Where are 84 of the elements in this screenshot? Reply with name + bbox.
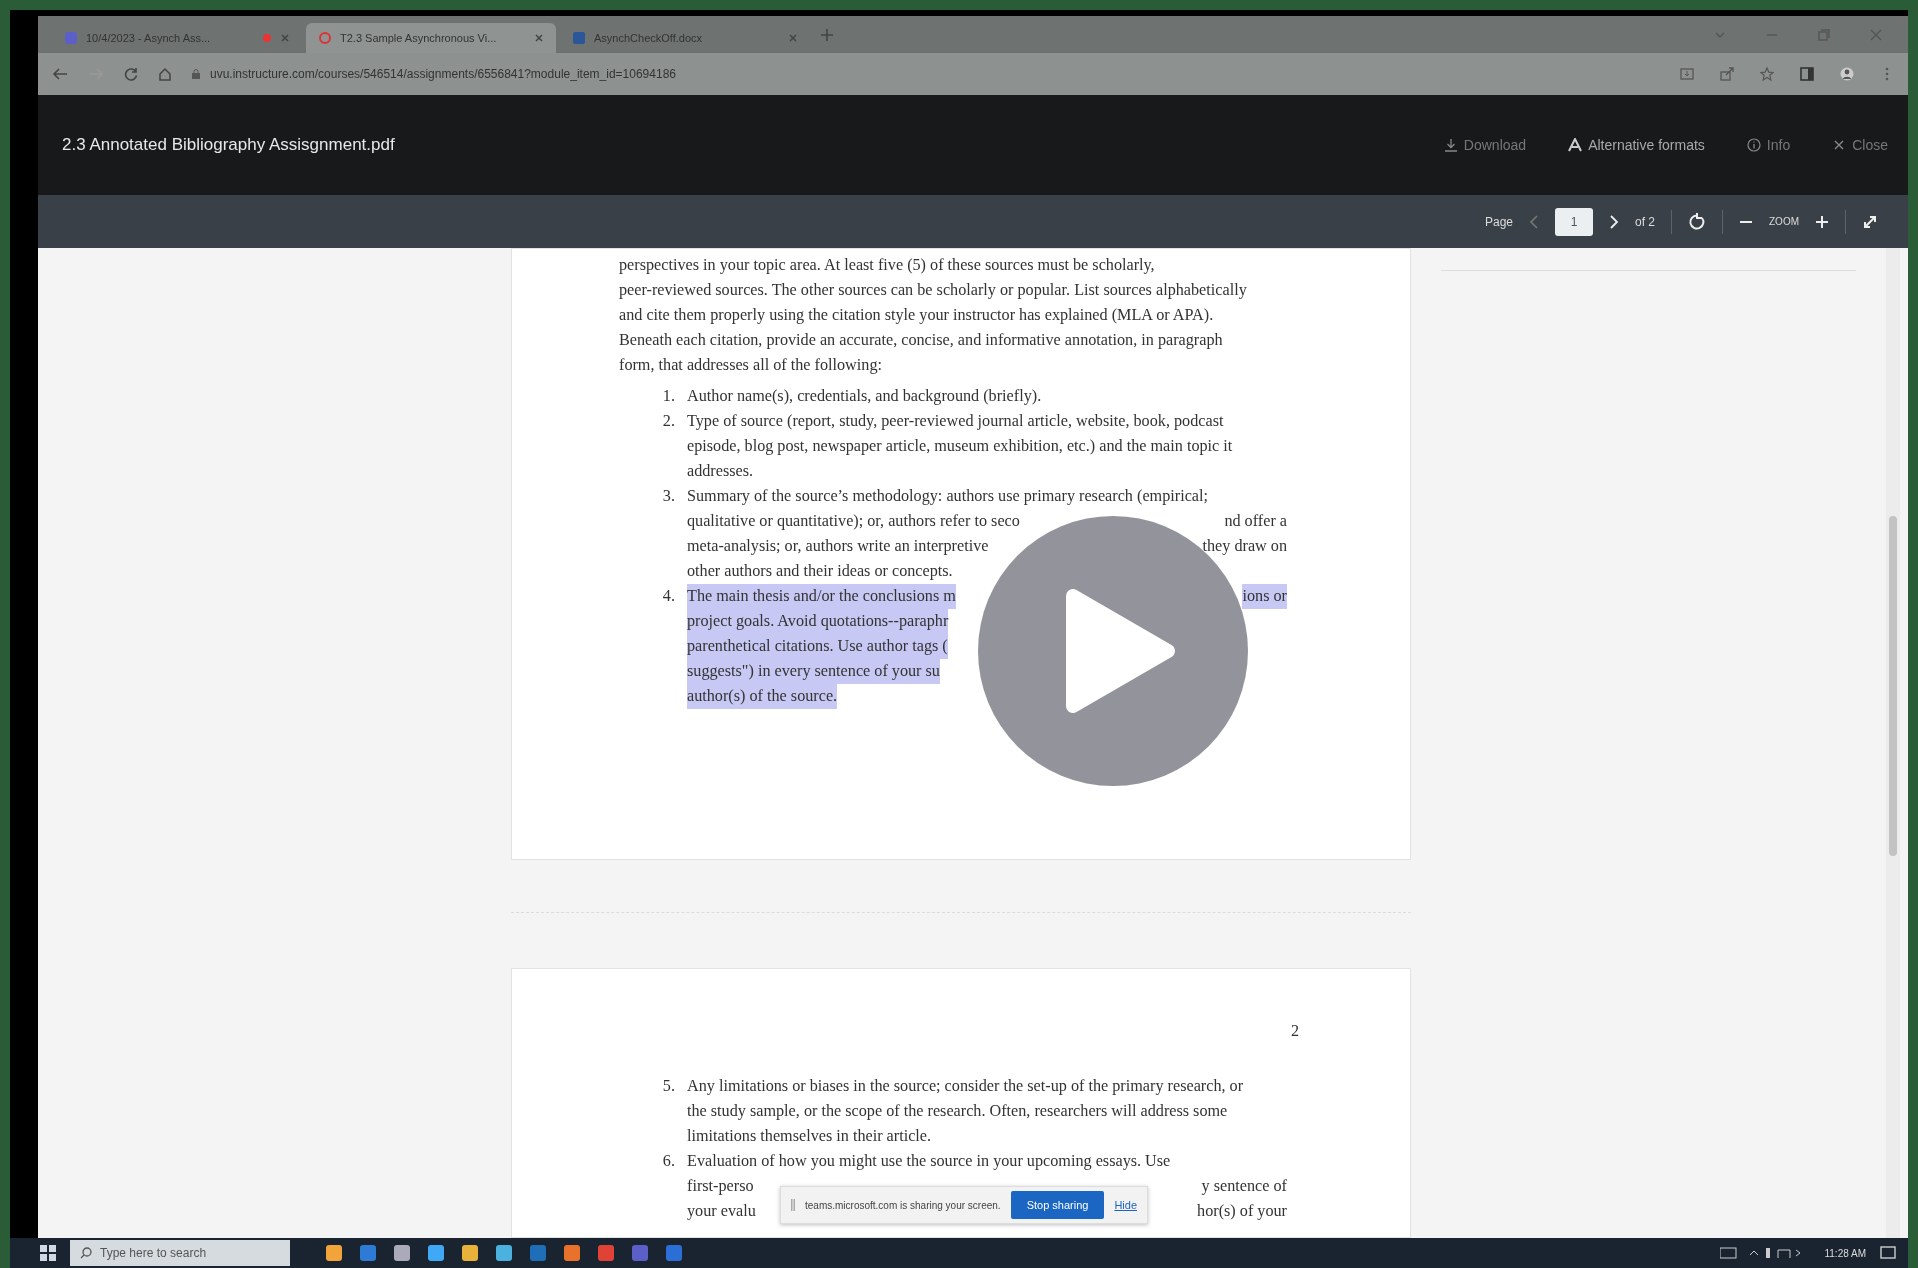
- close-icon[interactable]: [280, 33, 290, 43]
- rotate-icon[interactable]: [1688, 212, 1706, 231]
- tab-favicon-icon: [572, 31, 586, 45]
- scrollbar-thumb[interactable]: [1889, 516, 1897, 856]
- share-icon[interactable]: [1720, 67, 1734, 81]
- taskbar-app-icon[interactable]: [460, 1243, 480, 1263]
- list-number: 2.: [661, 411, 675, 432]
- sidebar-icon[interactable]: [1800, 67, 1814, 81]
- tab-favicon-icon: [318, 31, 332, 45]
- address-field[interactable]: uvu.instructure.com/courses/546514/assignments/6556841?module_item_id=10694186: [192, 67, 676, 81]
- back-icon[interactable]: [52, 67, 68, 81]
- list-item-text: Any limitations or biases in the source; consider the set-up of the primary research, or the study sample, or the scope of the research. Often, researchers will address some limitations themselves in their article.: [687, 1076, 1245, 1147]
- list-item-text: suggests") in every sentence of your su: [687, 659, 940, 684]
- list-item-text: Author name(s), credentials, and background (briefly).: [687, 386, 1043, 407]
- share-message: teams.microsoft.com is sharing your screen.: [805, 1199, 1001, 1211]
- tab-favicon-icon: [64, 31, 78, 45]
- stop-sharing-button[interactable]: Stop sharing: [1010, 1191, 1105, 1219]
- next-page-icon[interactable]: [1609, 213, 1619, 230]
- zoom-label: ZOOM: [1769, 216, 1799, 227]
- browser-tab[interactable]: 10/4/2023 - Asynch Ass...: [52, 23, 302, 53]
- new-tab-icon[interactable]: [820, 27, 834, 42]
- previous-page-icon[interactable]: [1529, 213, 1539, 230]
- taskbar-app-icon[interactable]: [358, 1243, 378, 1263]
- search-icon: [80, 1247, 92, 1259]
- list-number: 3.: [661, 486, 675, 507]
- header-download-button[interactable]: Download: [1443, 133, 1527, 157]
- list-number: 6.: [661, 1151, 675, 1172]
- list-number: 5.: [661, 1076, 675, 1097]
- list-number: 1.: [661, 386, 675, 407]
- list-item-text: qualitative or quantitative); or, authors refer to seco: [687, 511, 1020, 532]
- notification-icon[interactable]: [1880, 1245, 1896, 1261]
- page-label: Page: [1484, 214, 1513, 229]
- fullscreen-icon[interactable]: [1862, 213, 1878, 230]
- close-icon[interactable]: [534, 33, 544, 43]
- list-item-text: meta-analysis; or, authors write an interpretive: [687, 536, 989, 557]
- list-item-text: your evalu: [687, 1201, 756, 1222]
- list-number: 4.: [661, 586, 675, 607]
- list-item-text: hor(s) of your: [1197, 1201, 1287, 1222]
- header-close-button[interactable]: Close: [1832, 133, 1888, 157]
- list-item-text: ions or: [1242, 584, 1287, 609]
- clock-time: 11:28 AM: [1824, 1247, 1866, 1259]
- profile-icon[interactable]: [1840, 67, 1854, 81]
- browser-tab[interactable]: AsynchCheckOff.docx: [560, 23, 810, 53]
- lock-icon: [192, 69, 200, 79]
- list-item-text: Type of source (report, study, peer-reviewed journal article, website, book, podcast episode, blog post, newspaper article, museum exhibition, etc.) and the main topic it addresses.: [687, 411, 1234, 482]
- page-number: 2: [1289, 1021, 1299, 1042]
- header-info-button[interactable]: Info: [1746, 133, 1791, 157]
- list-item-text: first-perso: [687, 1176, 754, 1197]
- download-icon: [1443, 138, 1458, 152]
- document-title: 2.3 Annotated Bibliography Assisgnment.pdf: [62, 135, 395, 155]
- drag-handle-icon[interactable]: [791, 1199, 795, 1211]
- list-item-text: nd offer a: [1224, 511, 1287, 532]
- taskbar-app-icon[interactable]: [426, 1243, 446, 1263]
- info-icon: [1746, 138, 1761, 152]
- install-icon[interactable]: [1680, 67, 1694, 81]
- taskbar-app-icon[interactable]: [596, 1243, 616, 1263]
- list-item-text: Summary of the source’s methodology: authors use primary research (empirical;: [687, 486, 1208, 507]
- taskbar-search-field[interactable]: Type here to search: [70, 1240, 290, 1266]
- reload-icon[interactable]: [124, 67, 138, 81]
- taskbar-app-icon[interactable]: [392, 1243, 412, 1263]
- home-icon[interactable]: [158, 67, 172, 81]
- scrollbar[interactable]: [1886, 248, 1900, 1238]
- body-paragraph: perspectives in your topic area. At least five (5) of these sources must be scholarly, peer-reviewed sources. The other sources can be scholarly or popular. List sources alphabetically and cite them properly using the citation style your instructor has explained (MLA or APA). Beneath each citation, provide an accurate, concise, and informative annotation, in paragraph form, that addresses all of the following:: [619, 255, 1248, 376]
- taskbar-app-icon[interactable]: [562, 1243, 582, 1263]
- list-item-text: parenthetical citations. Use author tags (: [687, 634, 948, 659]
- browser-tab[interactable]: T2.3 Sample Asynchronous Vi...: [306, 23, 556, 53]
- taskbar-app-icon[interactable]: [494, 1243, 514, 1263]
- list-item-text: other authors and their ideas or concepts.: [687, 561, 953, 582]
- hide-link[interactable]: Hide: [1114, 1199, 1137, 1211]
- zoom-in-icon[interactable]: [1815, 214, 1829, 229]
- taskbar-app-icon[interactable]: [324, 1243, 344, 1263]
- page-number-field[interactable]: 1: [1555, 207, 1593, 236]
- header-formats-button[interactable]: Alternative formats: [1568, 133, 1705, 157]
- list-item-text: they draw on: [1202, 536, 1287, 557]
- list-item-text: The main thesis and/or the conclusions m: [687, 584, 956, 609]
- list-item-text: y sentence of: [1201, 1176, 1287, 1197]
- list-item-text: author(s) of the source.: [687, 684, 838, 709]
- page-count: of 2: [1635, 214, 1655, 229]
- list-item-text: project goals. Avoid quotations--paraphr: [687, 609, 949, 634]
- star-icon[interactable]: [1760, 67, 1774, 81]
- windows-start-icon[interactable]: [40, 1245, 56, 1261]
- close-icon[interactable]: [788, 33, 798, 43]
- letter-a-icon: [1568, 138, 1583, 152]
- list-item-text: Evaluation of how you might use the source in your upcoming essays. Use: [687, 1151, 1171, 1172]
